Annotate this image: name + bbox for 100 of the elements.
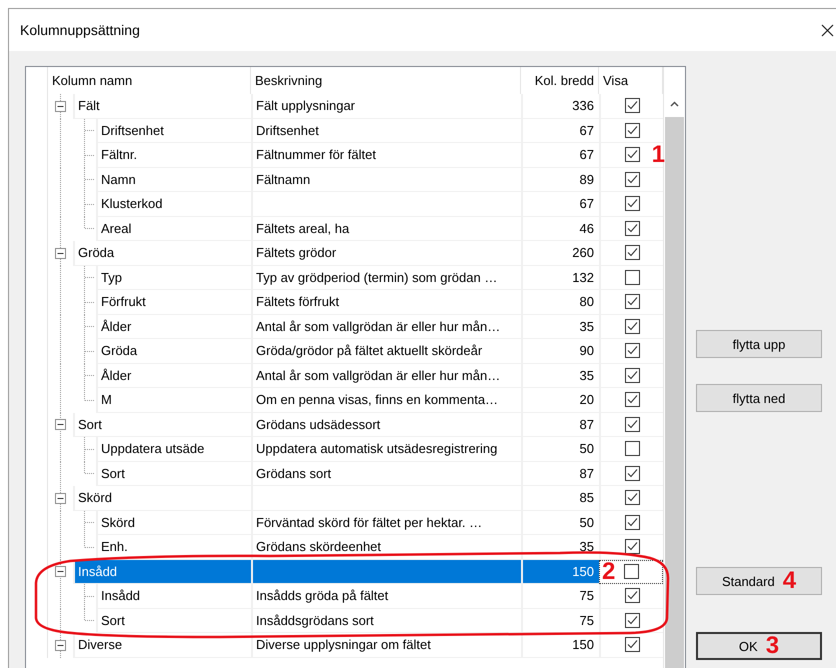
width-cell: 46: [580, 220, 594, 236]
annotation-number: 2: [602, 560, 616, 584]
checkbox[interactable]: [624, 343, 640, 358]
checkbox[interactable]: [624, 441, 640, 456]
tree-item[interactable]: Sort: [96, 462, 251, 486]
width-cell: 35: [580, 368, 594, 383]
tree-item[interactable]: Sort: [96, 608, 251, 633]
checkbox[interactable]: [624, 539, 640, 554]
width-cell: 20: [580, 392, 594, 408]
description-cell: Fältets areal, ha: [251, 216, 521, 241]
action-button[interactable]: flytta ned: [696, 384, 822, 412]
description-cell: Fältets grödor: [251, 241, 521, 266]
checkbox[interactable]: [624, 564, 638, 580]
tree-item[interactable]: Driftsenhet: [96, 118, 251, 143]
collapse-icon[interactable]: [54, 640, 66, 651]
checkbox[interactable]: [624, 172, 640, 187]
width-cell: 87: [580, 466, 594, 481]
checkbox[interactable]: [624, 122, 640, 138]
tree-item[interactable]: Sort: [73, 412, 251, 437]
description-cell: Antal år som vallgrödan är eller hur mån…: [251, 364, 521, 388]
tree-item[interactable]: Gröda: [96, 339, 251, 364]
width-cell: 150: [572, 564, 594, 579]
checkbox[interactable]: [624, 270, 640, 285]
width-cell: 35: [580, 318, 594, 334]
checkbox[interactable]: [624, 318, 640, 334]
width-cell: 75: [580, 612, 594, 628]
tree-item[interactable]: Uppdatera utsäde: [96, 437, 251, 462]
tree-item[interactable]: Areal: [96, 216, 251, 241]
column-header[interactable]: Visa: [599, 67, 663, 94]
close-icon[interactable]: [821, 24, 834, 36]
description-cell: Förväntad skörd för fältet per hektar. …: [251, 510, 521, 535]
checkbox[interactable]: [624, 588, 640, 604]
collapse-icon[interactable]: [54, 248, 66, 259]
tree-item[interactable]: Skörd: [96, 510, 251, 535]
tree-item[interactable]: Typ: [96, 266, 251, 290]
width-cell: 90: [580, 343, 594, 358]
annotation-number: 1: [652, 142, 665, 167]
column-header[interactable]: Kol. bredd: [521, 67, 599, 94]
checkbox[interactable]: [624, 637, 640, 652]
description-cell: Grödans sort: [251, 462, 521, 486]
tree-item[interactable]: Insådd: [73, 560, 251, 584]
description-cell: Om en penna visas, finns en kommenta…: [251, 388, 521, 412]
description-cell: Typ av grödperiod (termin) som grödan …: [251, 266, 521, 290]
tree-item[interactable]: Gröda: [73, 241, 251, 266]
scrollbar-thumb[interactable]: [665, 117, 684, 668]
tree-item[interactable]: Ålder: [96, 364, 251, 388]
collapse-icon[interactable]: [54, 566, 66, 578]
description-cell: Diverse upplysningar om fältet: [251, 633, 521, 658]
checkbox[interactable]: [624, 245, 640, 260]
width-cell: 67: [580, 122, 594, 138]
description-cell: Insåddsgrödans sort: [251, 608, 521, 633]
column-header[interactable]: Beskrivning: [251, 67, 521, 94]
description-cell: Driftsenhet: [251, 118, 521, 143]
ok-button[interactable]: OK 3: [696, 632, 822, 660]
window-title: Kolumnuppsättning: [20, 22, 140, 38]
width-cell: 87: [580, 416, 594, 432]
collapse-icon[interactable]: [54, 100, 66, 112]
scrollbar[interactable]: [663, 67, 685, 668]
width-cell: 150: [572, 637, 594, 652]
description-cell: Uppdatera automatisk utsädesregistrering: [251, 437, 521, 462]
action-button[interactable]: flytta upp: [696, 330, 822, 358]
tree-item[interactable]: Skörd: [73, 486, 251, 510]
description-cell: Fältnamn: [251, 168, 521, 192]
tree-item[interactable]: Namn: [96, 168, 251, 192]
tree-item[interactable]: Insådd: [96, 584, 251, 608]
action-button[interactable]: Standard 4: [696, 567, 822, 595]
collapse-icon[interactable]: [54, 492, 66, 504]
checkbox[interactable]: [624, 612, 640, 628]
collapse-icon[interactable]: [54, 419, 66, 430]
width-cell: 50: [580, 514, 594, 530]
checkbox[interactable]: [624, 147, 640, 162]
checkbox[interactable]: [624, 220, 640, 236]
checkbox[interactable]: [624, 514, 640, 530]
tree-item[interactable]: Fältnr.: [96, 143, 251, 168]
description-cell: Fält upplysningar: [251, 94, 521, 118]
tree-item[interactable]: Fält: [73, 94, 251, 118]
description-cell: Grödans udsädessort: [251, 412, 521, 437]
description-cell: Fältets förfrukt: [251, 290, 521, 314]
checkbox[interactable]: [624, 490, 640, 506]
annotation-number: 4: [782, 569, 796, 593]
column-header[interactable]: Kolumn namn: [48, 67, 251, 94]
width-cell: 35: [580, 539, 594, 554]
checkbox[interactable]: [624, 416, 640, 432]
width-cell: 260: [572, 245, 594, 260]
checkbox[interactable]: [624, 368, 640, 383]
tree-item[interactable]: M: [96, 388, 251, 412]
width-cell: 50: [580, 441, 594, 456]
checkbox[interactable]: [624, 466, 640, 481]
width-cell: 336: [572, 98, 594, 114]
tree-item[interactable]: Förfrukt: [96, 290, 251, 314]
tree-item[interactable]: Ålder: [96, 314, 251, 339]
tree-item[interactable]: Klusterkod: [96, 192, 251, 216]
tree-item[interactable]: Diverse: [73, 633, 251, 658]
checkbox[interactable]: [624, 392, 640, 408]
annotation-number: 3: [766, 634, 780, 658]
checkbox[interactable]: [624, 98, 640, 114]
width-cell: 80: [580, 294, 594, 310]
checkbox[interactable]: [624, 294, 640, 310]
checkbox[interactable]: [624, 196, 640, 212]
scroll-up-icon[interactable]: [670, 101, 679, 107]
